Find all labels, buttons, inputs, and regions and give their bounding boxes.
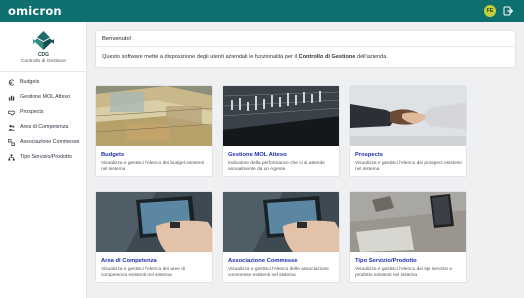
welcome-card: Benvenuto! Questo software mette a dispo… [95, 30, 516, 68]
card-budgets[interactable]: Budgets Visualizza e gestisci l'elenco d… [95, 85, 213, 177]
handshake-icon [8, 109, 15, 116]
sidebar-item-budgets[interactable]: Budgets [0, 76, 87, 88]
sidebar-item-prospects[interactable]: Prospects [0, 106, 87, 118]
brand-subtitle: Controllo di Gestione [21, 59, 66, 64]
sidebar-item-area-competenza[interactable]: Area di Competenza [0, 121, 87, 133]
users-icon [8, 124, 15, 131]
welcome-text: Questo software mette a disposizione deg… [102, 54, 388, 60]
card-title: Budgets [101, 152, 125, 158]
omicron-logo[interactable]: omicron [8, 4, 62, 18]
link-icon [8, 138, 15, 146]
euro-icon [8, 79, 14, 85]
handshake-image [350, 86, 466, 146]
welcome-divider [96, 46, 515, 47]
sidebar-item-tipo-servizio[interactable]: Tipo Servizio/Prodotto [0, 151, 87, 163]
card-area-competenza[interactable]: Area di Competenza Visualizza e gestisci… [95, 191, 213, 283]
card-tipo-servizio[interactable]: Tipo Servizio/Prodotto Visualizza e gest… [349, 191, 467, 283]
card-description: Visualizza e gestisci l'elenco dei prosp… [355, 161, 462, 173]
cdg-logo-icon [33, 31, 54, 50]
top-bar: omicron FE [0, 0, 524, 22]
sidebar-item-label: Budgets [20, 79, 40, 85]
sidebar-item-gestione-mol[interactable]: Gestione MOL Atteso [0, 91, 87, 103]
network-icon [8, 153, 15, 161]
sidebar-item-label: Area di Competenza [20, 124, 69, 130]
card-title: Associazione Commesse [228, 258, 298, 264]
card-associazione-commesse[interactable]: Associazione Commesse Visualizza e gesti… [222, 191, 340, 283]
sidebar-item-label: Gestione MOL Atteso [20, 94, 71, 100]
chart-icon [8, 95, 15, 101]
card-description: Visualizza e gestisci l'elenco dei aree … [101, 267, 186, 279]
card-description: Visualizza e gestisci l'elenco dei tipi … [355, 267, 453, 279]
stock-chart-image [223, 86, 339, 146]
welcome-title: Benvenuto! [102, 36, 132, 42]
desk-phone-image [350, 192, 466, 252]
laptop-typing-image [223, 192, 339, 252]
card-description: Indicatore della performance che ci si a… [228, 161, 325, 173]
sidebar-item-label: Prospects [20, 109, 44, 115]
card-description: Visualizza e gestisci l'elenco delle ass… [228, 267, 329, 279]
card-description: Visualizza e gestisci l'elenco dei budge… [101, 161, 204, 173]
laptop-typing-image [96, 192, 212, 252]
brand-divider [0, 71, 87, 72]
card-prospects[interactable]: Prospects Visualizza e gestisci l'elenco… [349, 85, 467, 177]
sidebar-brand[interactable]: CDG Controllo di Gestione [0, 26, 87, 82]
card-title: Area di Competenza [101, 258, 157, 264]
user-avatar[interactable]: FE [484, 5, 496, 17]
logout-icon[interactable] [503, 6, 513, 16]
brand-short-name: CDG [37, 52, 50, 58]
card-title: Prospects [355, 152, 384, 158]
sidebar-item-associazione-commesse[interactable]: Associazione Commesse [0, 136, 87, 148]
sidebar-item-label: Tipo Servizio/Prodotto [20, 154, 72, 160]
card-title: Gestione MOL Atteso [228, 152, 287, 158]
sidebar: CDG Controllo di Gestione Budgets Gestio… [0, 22, 87, 298]
card-gestione-mol[interactable]: Gestione MOL Atteso Indicatore della per… [222, 85, 340, 177]
banknotes-image [96, 86, 212, 146]
card-title: Tipo Servizio/Prodotto [355, 258, 417, 264]
sidebar-item-label: Associazione Commesse [20, 139, 80, 145]
